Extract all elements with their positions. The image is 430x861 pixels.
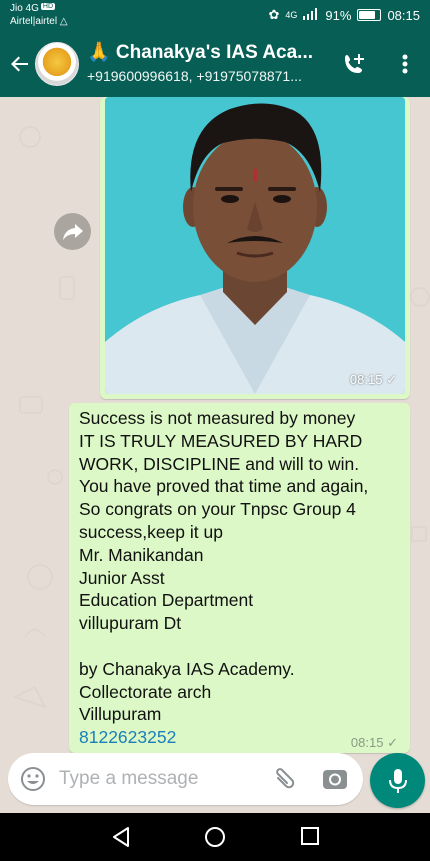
add-call-icon[interactable] bbox=[340, 50, 368, 78]
emoji-icon[interactable] bbox=[20, 766, 46, 792]
chat-area[interactable]: 08:15 ✓ Success is not measured by money… bbox=[0, 97, 430, 753]
mic-button[interactable] bbox=[370, 753, 425, 808]
avatar[interactable] bbox=[35, 42, 79, 86]
compose-bar: Type a message bbox=[0, 750, 430, 813]
carrier-1-label: Jio 4G bbox=[10, 3, 39, 14]
carrier-2-label: Airtel|airtel bbox=[10, 16, 58, 27]
message-line: IT IS TRULY MEASURED BY HARD bbox=[79, 430, 363, 451]
image-timestamp: 08:15 ✓ bbox=[350, 372, 397, 388]
chat-participants[interactable]: +919600996618, +91975078871... bbox=[87, 68, 327, 84]
status-bar: Jio 4G HD Airtel|airtel △ ✿ 4G 91% 08:15 bbox=[0, 0, 430, 30]
nav-home-icon[interactable] bbox=[204, 826, 226, 848]
message-line: success,keep it up bbox=[79, 521, 223, 542]
attach-icon[interactable] bbox=[270, 766, 296, 792]
carrier-1: Jio 4G HD bbox=[10, 3, 56, 14]
read-check-icon: ✓ bbox=[387, 735, 398, 750]
passport-photo[interactable]: 08:15 ✓ bbox=[105, 97, 405, 394]
battery-percent: 91% bbox=[325, 7, 352, 23]
text-time-label: 08:15 bbox=[350, 735, 384, 750]
system-nav-bar bbox=[0, 813, 430, 861]
mic-icon bbox=[388, 768, 407, 793]
message-placeholder: Type a message bbox=[59, 768, 199, 789]
warning-icon: △ bbox=[59, 16, 68, 27]
message-line: So congrats on your Tnpsc Group 4 bbox=[79, 499, 356, 520]
forward-button[interactable] bbox=[54, 213, 91, 250]
message-line: Success is not measured by money bbox=[79, 408, 356, 428]
message-line bbox=[79, 635, 404, 658]
chat-header: 🙏 Chanakya's IAS Aca... +919600996618, +… bbox=[0, 30, 430, 97]
text-timestamp: 08:15 ✓ bbox=[351, 735, 398, 751]
menu-dots-icon[interactable] bbox=[396, 50, 414, 78]
camera-icon[interactable] bbox=[321, 766, 349, 792]
message-line: Villupuram bbox=[79, 704, 162, 725]
image-message[interactable]: 08:15 ✓ bbox=[100, 97, 410, 399]
network-label: 4G bbox=[285, 10, 298, 20]
back-arrow-icon[interactable] bbox=[6, 50, 34, 78]
signal-icon bbox=[303, 7, 319, 23]
image-time-label: 08:15 bbox=[349, 372, 383, 387]
clock: 08:15 bbox=[387, 7, 420, 23]
status-right: ✿ 4G 91% 08:15 bbox=[269, 7, 421, 23]
nav-back-icon[interactable] bbox=[110, 825, 132, 849]
message-line: Education Department bbox=[79, 590, 254, 611]
message-line: Mr. Manikandan bbox=[79, 544, 204, 565]
read-check-icon: ✓ bbox=[386, 372, 397, 387]
message-line: WORK, DISCIPLINE and will to win. bbox=[79, 453, 360, 474]
hd-badge: HD bbox=[40, 3, 56, 10]
carrier-2: Airtel|airtel △ bbox=[10, 16, 68, 27]
forward-icon bbox=[62, 223, 83, 240]
message-body: Success is not measured by money IT IS TR… bbox=[79, 407, 404, 749]
message-input[interactable]: Type a message bbox=[8, 753, 363, 805]
bluetooth-icon: ✿ bbox=[268, 7, 280, 22]
chat-title[interactable]: 🙏 Chanakya's IAS Aca... bbox=[87, 40, 322, 64]
message-line: You have proved that time and again, bbox=[79, 476, 369, 497]
message-line: Collectorate arch bbox=[79, 681, 212, 702]
nav-recent-icon[interactable] bbox=[300, 826, 320, 846]
text-message[interactable]: Success is not measured by money IT IS TR… bbox=[69, 403, 410, 753]
message-line: Junior Asst bbox=[79, 567, 165, 588]
message-line: by Chanakya IAS Academy. bbox=[79, 658, 295, 679]
message-line: villupuram Dt bbox=[79, 613, 182, 634]
battery-icon bbox=[357, 9, 382, 21]
